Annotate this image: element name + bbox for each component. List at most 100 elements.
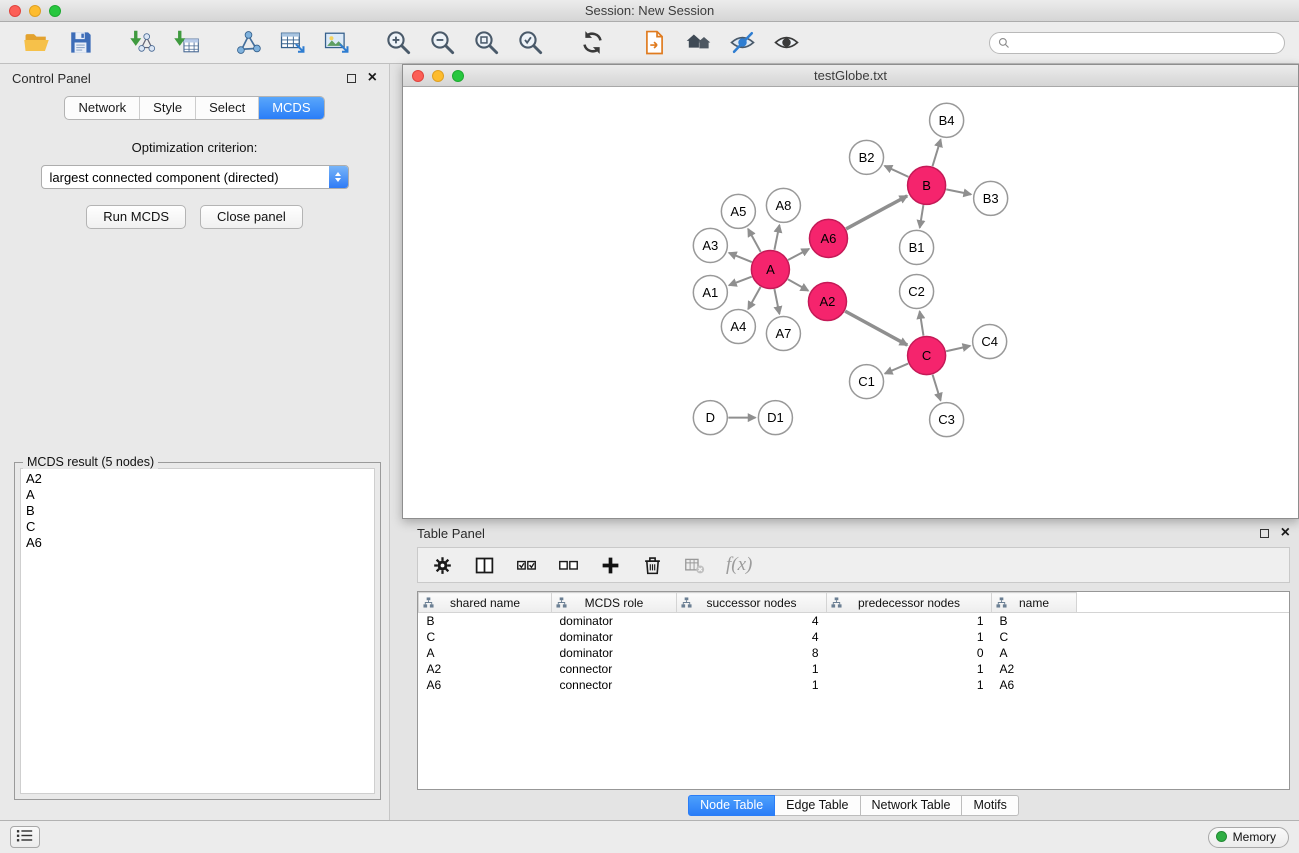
mcds-result-item[interactable]: A2 <box>26 471 369 487</box>
task-history-button[interactable] <box>10 826 40 848</box>
cell-successor-nodes[interactable]: 8 <box>677 645 827 661</box>
graph-node-A[interactable]: A <box>751 250 789 288</box>
export-image-button[interactable] <box>314 25 358 61</box>
graph-node-D[interactable]: D <box>693 401 727 435</box>
graph-node-C4[interactable]: C4 <box>973 325 1007 359</box>
graph-node-A3[interactable]: A3 <box>693 228 727 262</box>
graph-node-B1[interactable]: B1 <box>900 230 934 264</box>
cell-shared-name[interactable]: A2 <box>419 661 552 677</box>
optimization-criterion-select[interactable]: largest connected component (directed) <box>41 165 349 189</box>
graph-edge-A-A5[interactable] <box>748 229 761 252</box>
network-minimize-button[interactable] <box>432 70 444 82</box>
run-mcds-button[interactable]: Run MCDS <box>86 205 186 229</box>
graph-node-C1[interactable]: C1 <box>849 365 883 399</box>
zoom-in-button[interactable] <box>376 25 420 61</box>
tab-select[interactable]: Select <box>195 97 258 119</box>
cell-predecessor-nodes[interactable]: 1 <box>827 613 992 629</box>
close-panel-icon[interactable]: × <box>368 70 377 86</box>
cell-name[interactable]: B <box>992 613 1077 629</box>
zoom-selected-button[interactable] <box>508 25 552 61</box>
tab-style[interactable]: Style <box>139 97 195 119</box>
cell-successor-nodes[interactable]: 4 <box>677 629 827 645</box>
graph-node-B2[interactable]: B2 <box>849 140 883 174</box>
column-header-name[interactable]: name <box>992 593 1077 613</box>
graph-node-A5[interactable]: A5 <box>721 194 755 228</box>
table-row[interactable]: Adominator80A <box>419 645 1290 661</box>
graph-edge-C-C3[interactable] <box>933 375 941 401</box>
graph-node-B[interactable]: B <box>908 166 946 204</box>
graph-edge-A2-C[interactable] <box>845 311 907 345</box>
graph-edge-A-A8[interactable] <box>774 225 779 250</box>
graph-edge-A-A3[interactable] <box>729 253 752 262</box>
close-panel-button[interactable]: Close panel <box>200 205 303 229</box>
float-table-panel-icon[interactable] <box>1260 529 1269 538</box>
trash-button[interactable] <box>642 555 663 576</box>
graph-edge-A-A6[interactable] <box>788 249 809 260</box>
zoom-fit-button[interactable] <box>464 25 508 61</box>
graph-node-D1[interactable]: D1 <box>758 401 792 435</box>
network-close-button[interactable] <box>412 70 424 82</box>
export-table-button[interactable] <box>270 25 314 61</box>
column-header-predecessor-nodes[interactable]: predecessor nodes <box>827 593 992 613</box>
tab-node-table[interactable]: Node Table <box>688 795 775 816</box>
cell-mcds-role[interactable]: dominator <box>552 613 677 629</box>
graph-node-A4[interactable]: A4 <box>721 310 755 344</box>
fx-button[interactable]: f(x) <box>726 554 752 576</box>
search-input[interactable] <box>1015 35 1276 50</box>
tab-network[interactable]: Network <box>65 97 139 119</box>
graph-edge-C-C1[interactable] <box>885 364 908 374</box>
zoom-out-button[interactable] <box>420 25 464 61</box>
graph-edge-B-B1[interactable] <box>920 205 924 228</box>
column-header-successor-nodes[interactable]: successor nodes <box>677 593 827 613</box>
network-graph[interactable]: B4B2BB3A5A8A6A3B1AA1C2A2A4A7C4CC1DD1C3 <box>403 87 1298 518</box>
select-all-button[interactable] <box>516 555 537 576</box>
graph-node-A7[interactable]: A7 <box>766 317 800 351</box>
graph-edge-B-B3[interactable] <box>946 189 971 194</box>
mcds-result-item[interactable]: C <box>26 519 369 535</box>
cell-successor-nodes[interactable]: 4 <box>677 613 827 629</box>
close-table-panel-icon[interactable]: × <box>1281 525 1290 541</box>
refresh-button[interactable] <box>570 25 614 61</box>
graph-edge-B-B4[interactable] <box>932 139 940 166</box>
table-row[interactable]: Bdominator41B <box>419 613 1290 629</box>
tab-edge-table[interactable]: Edge Table <box>775 795 860 816</box>
graph-node-A8[interactable]: A8 <box>766 188 800 222</box>
tab-motifs[interactable]: Motifs <box>962 795 1018 816</box>
column-header-shared-name[interactable]: shared name <box>419 593 552 613</box>
cell-mcds-role[interactable]: dominator <box>552 645 677 661</box>
graph-edge-A-A2[interactable] <box>788 279 808 290</box>
zoom-window-button[interactable] <box>49 5 61 17</box>
search-box[interactable] <box>989 32 1285 54</box>
table-row[interactable]: Cdominator41C <box>419 629 1290 645</box>
eye-button[interactable] <box>764 25 808 61</box>
table-row[interactable]: A2connector11A2 <box>419 661 1290 677</box>
graph-node-A6[interactable]: A6 <box>809 219 847 257</box>
cell-name[interactable]: A2 <box>992 661 1077 677</box>
add-row-button[interactable] <box>600 555 621 576</box>
mcds-result-item[interactable]: A6 <box>26 535 369 551</box>
graph-node-C[interactable]: C <box>908 337 946 375</box>
graph-node-A2[interactable]: A2 <box>808 282 846 320</box>
graph-edge-B-B2[interactable] <box>885 166 909 177</box>
close-window-button[interactable] <box>9 5 21 17</box>
column-header-mcds-role[interactable]: MCDS role <box>552 593 677 613</box>
cell-shared-name[interactable]: C <box>419 629 552 645</box>
graph-edge-C-C4[interactable] <box>946 346 970 351</box>
graph-node-B4[interactable]: B4 <box>930 103 964 137</box>
cell-shared-name[interactable]: A6 <box>419 677 552 693</box>
open-folder-button[interactable] <box>14 25 58 61</box>
cell-name[interactable]: C <box>992 629 1077 645</box>
mcds-result-list[interactable]: A2ABCA6 <box>20 468 375 794</box>
cell-successor-nodes[interactable]: 1 <box>677 661 827 677</box>
mcds-result-item[interactable]: B <box>26 503 369 519</box>
gear-button[interactable] <box>432 555 453 576</box>
cell-shared-name[interactable]: A <box>419 645 552 661</box>
table-row[interactable]: A6connector11A6 <box>419 677 1290 693</box>
mcds-result-item[interactable]: A <box>26 487 369 503</box>
graph-node-A1[interactable]: A1 <box>693 275 727 309</box>
graph-edge-A-A1[interactable] <box>729 277 752 286</box>
document-arrow-button[interactable] <box>632 25 676 61</box>
graph-edge-C-C2[interactable] <box>920 311 924 335</box>
tab-network-table[interactable]: Network Table <box>861 795 963 816</box>
cell-name[interactable]: A6 <box>992 677 1077 693</box>
